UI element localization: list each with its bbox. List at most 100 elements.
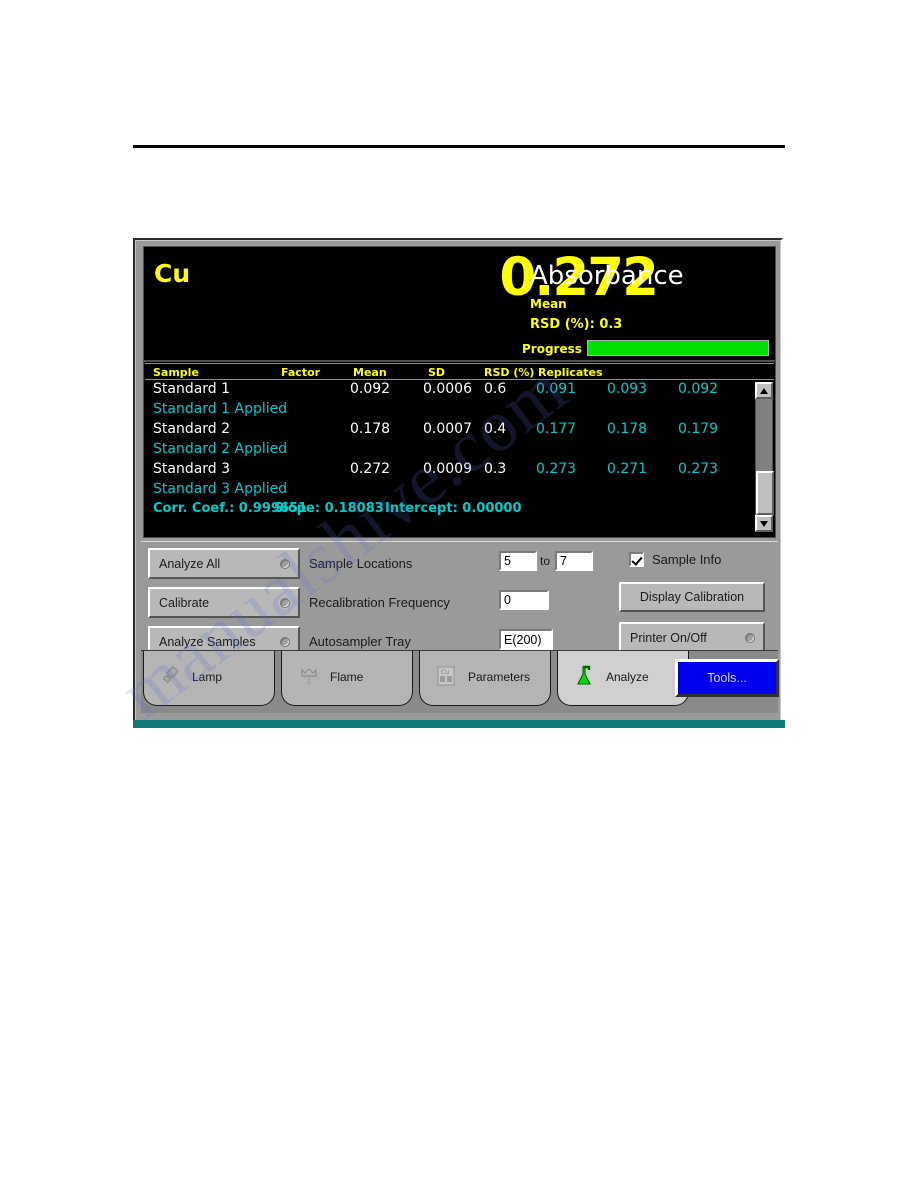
tools-button-label: Tools...: [707, 671, 747, 685]
cell-mean: 0.178: [350, 421, 391, 437]
cell-rsd: 0.3: [484, 461, 507, 477]
cell-rsd: 0.6: [484, 381, 507, 397]
column-header-sd: SD: [428, 366, 446, 379]
application-window: Cu 0.272 Absorbance Mean RSD (%): 0.3 Pr…: [133, 238, 783, 726]
cell-mean: 0.092: [350, 381, 391, 397]
autosampler-tray-input[interactable]: E(200): [499, 629, 553, 650]
cell-replicate-2: 0.178: [607, 421, 648, 437]
tab-parameters[interactable]: Cu Parameters: [419, 651, 551, 706]
sample-locations-label: Sample Locations: [309, 556, 413, 571]
calibration-statistics-row: Corr. Coef.: 0.999651 Slope: 0.18083 Int…: [145, 500, 756, 520]
sample-info-checkbox[interactable]: [629, 552, 644, 567]
sample-location-connector: to: [540, 554, 551, 568]
sample-location-from-input[interactable]: 5: [499, 551, 537, 571]
table-row[interactable]: Standard 1 Applied: [145, 400, 756, 420]
triangle-down-icon: [760, 521, 768, 527]
mean-label: Mean: [530, 297, 567, 311]
analyze-all-button[interactable]: Analyze All: [148, 548, 300, 579]
sample-location-to-value: 7: [560, 554, 567, 568]
display-calibration-label: Display Calibration: [639, 590, 745, 604]
recalibration-frequency-input[interactable]: 0: [499, 590, 549, 610]
cell-replicate-1: 0.091: [536, 381, 577, 397]
scrollbar-track[interactable]: [755, 399, 774, 515]
cell-status-message: Standard 1 Applied: [153, 401, 288, 417]
cell-sd: 0.0006: [423, 381, 472, 397]
table-row[interactable]: Standard 2 0.178 0.0007 0.4 0.177 0.178 …: [145, 420, 756, 440]
tab-parameters-label: Parameters: [468, 670, 531, 684]
intercept-value: Intercept: 0.00000: [385, 501, 522, 516]
column-header-rsd: RSD (%): [484, 366, 535, 379]
autosampler-tray-label: Autosampler Tray: [309, 634, 411, 649]
controls-panel: Analyze All Calibrate Analyze Samples Sa…: [141, 541, 778, 657]
status-bar: [133, 720, 785, 728]
tab-flame[interactable]: Flame: [281, 651, 413, 706]
progress-label: Progress: [522, 342, 582, 356]
column-header-mean: Mean: [353, 366, 387, 379]
results-table-panel: Sample Factor Mean SD RSD (%) Replicates…: [143, 361, 776, 538]
cell-replicate-1: 0.273: [536, 461, 577, 477]
table-row[interactable]: Standard 3 0.272 0.0009 0.3 0.273 0.271 …: [145, 460, 756, 480]
sample-location-to-input[interactable]: 7: [555, 551, 593, 571]
lamp-icon: [160, 665, 182, 687]
scroll-down-button[interactable]: [755, 515, 773, 532]
tools-button[interactable]: Tools...: [675, 659, 779, 697]
sample-info-checkbox-group[interactable]: Sample Info: [629, 552, 721, 567]
cell-status-message: Standard 2 Applied: [153, 441, 288, 457]
analyze-samples-label: Analyze Samples: [159, 634, 256, 649]
column-header-replicates: Replicates: [538, 366, 603, 379]
autosampler-tray-value: E(200): [504, 632, 542, 647]
tab-lamp[interactable]: Lamp: [143, 651, 275, 706]
sample-location-from-value: 5: [504, 554, 511, 568]
cell-sample-name: Standard 2: [153, 421, 231, 437]
scrollbar-thumb[interactable]: [756, 471, 774, 515]
cell-status-message: Standard 3 Applied: [153, 481, 288, 497]
display-calibration-button[interactable]: Display Calibration: [619, 582, 765, 612]
indicator-dot-icon: [280, 558, 290, 569]
table-row[interactable]: Standard 1 0.092 0.0006 0.6 0.091 0.093 …: [145, 380, 756, 400]
printer-on-off-label: Printer On/Off: [630, 631, 707, 645]
parameters-icon: Cu: [436, 665, 458, 687]
cell-mean: 0.272: [350, 461, 391, 477]
results-table-scrollbar[interactable]: [755, 382, 774, 532]
rsd-label: RSD (%): 0.3: [530, 317, 623, 332]
measurement-unit-label: Absorbance: [530, 261, 684, 291]
recalibration-frequency-label: Recalibration Frequency: [309, 595, 450, 610]
tab-bar: Lamp Flame Cu Parameters Analyze Tools..…: [141, 650, 779, 713]
cell-replicate-2: 0.093: [607, 381, 648, 397]
flask-icon: [574, 665, 596, 687]
cell-rsd: 0.4: [484, 421, 507, 437]
cell-replicate-1: 0.177: [536, 421, 577, 437]
cell-replicate-3: 0.092: [678, 381, 719, 397]
table-row[interactable]: Standard 3 Applied: [145, 480, 756, 500]
results-table-body[interactable]: Standard 1 0.092 0.0006 0.6 0.091 0.093 …: [145, 380, 756, 531]
cell-replicate-3: 0.273: [678, 461, 719, 477]
cell-replicate-2: 0.271: [607, 461, 648, 477]
progress-bar-fill: [588, 341, 768, 355]
table-row[interactable]: Standard 2 Applied: [145, 440, 756, 460]
element-symbol: Cu: [154, 259, 191, 288]
tab-analyze-label: Analyze: [606, 670, 649, 684]
results-table-header: Sample Factor Mean SD RSD (%) Replicates: [145, 363, 774, 380]
column-header-sample: Sample: [153, 366, 199, 379]
indicator-dot-icon: [745, 633, 755, 643]
indicator-dot-icon: [280, 636, 290, 647]
calibrate-button[interactable]: Calibrate: [148, 587, 300, 618]
svg-text:Cu: Cu: [441, 669, 449, 676]
cell-sd: 0.0007: [423, 421, 472, 437]
sample-info-label: Sample Info: [652, 552, 722, 567]
progress-bar: [587, 340, 769, 356]
cell-sample-name: Standard 1: [153, 381, 231, 397]
scroll-up-button[interactable]: [755, 382, 773, 399]
tab-flame-label: Flame: [330, 670, 364, 684]
indicator-dot-icon: [280, 597, 290, 608]
cell-sd: 0.0009: [423, 461, 472, 477]
flame-icon: [298, 665, 320, 687]
recalibration-frequency-value: 0: [504, 593, 511, 607]
column-header-factor: Factor: [281, 366, 321, 379]
cell-replicate-3: 0.179: [678, 421, 719, 437]
page-header-rule: [133, 145, 785, 148]
readout-panel: Cu 0.272 Absorbance Mean RSD (%): 0.3 Pr…: [143, 246, 776, 361]
application-window-inner: Cu 0.272 Absorbance Mean RSD (%): 0.3 Pr…: [135, 240, 781, 724]
calibrate-label: Calibrate: [159, 595, 210, 610]
tab-analyze[interactable]: Analyze: [557, 651, 689, 706]
